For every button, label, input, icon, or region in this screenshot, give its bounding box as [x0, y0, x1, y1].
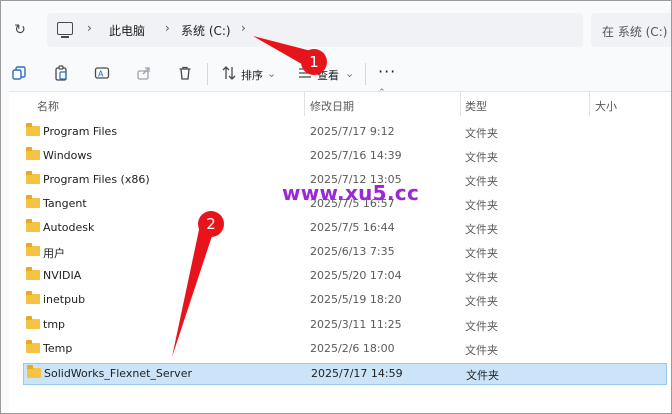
annotation-arrows	[172, 36, 319, 357]
annotation-badge: 2	[198, 211, 224, 237]
annotation-badge: 1	[301, 49, 327, 75]
watermark-text: www.xu5.cc	[282, 181, 420, 205]
arrow-2	[172, 225, 214, 357]
file-explorer-window: ↻ › 此电脑 › 系统 (C:) › 在 系统 (C:) A 排序 ⌄ 查看 …	[0, 0, 672, 414]
